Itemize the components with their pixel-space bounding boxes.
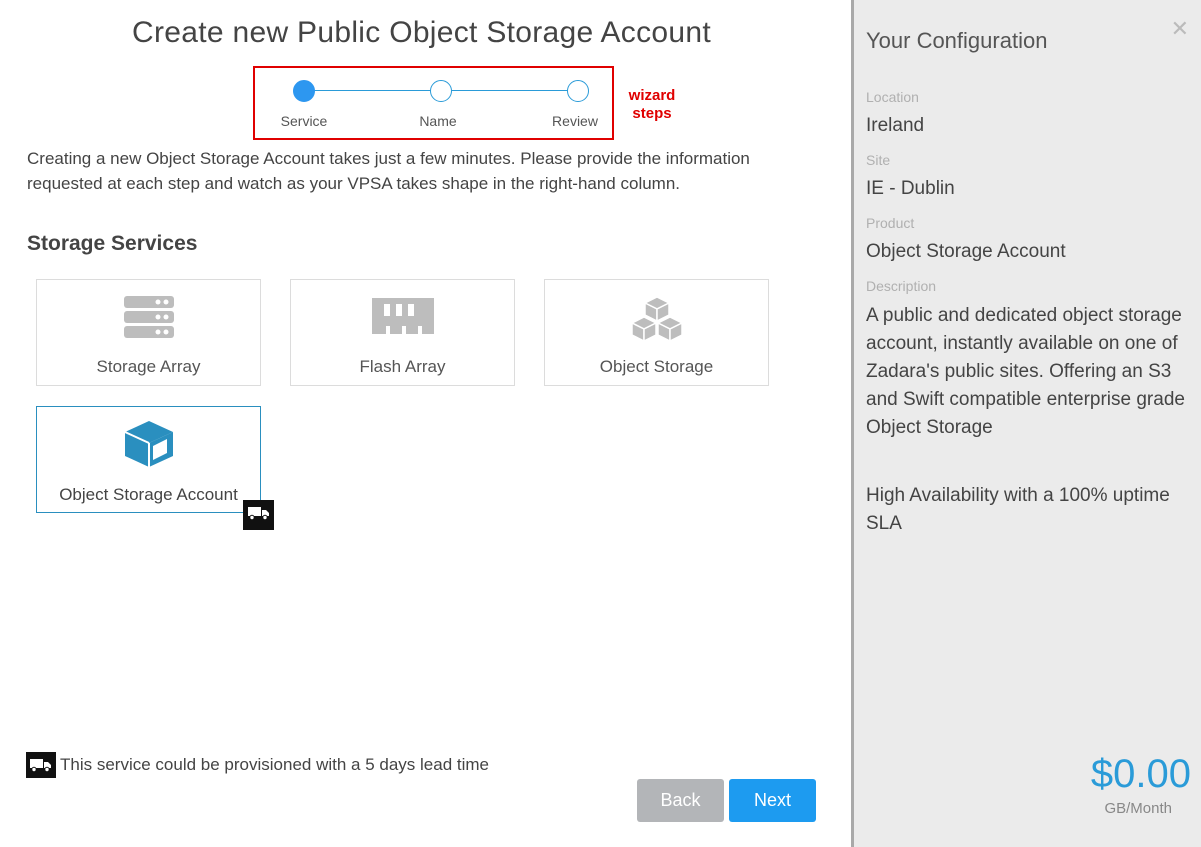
lead-time-text: This service could be provisioned with a… [60, 755, 489, 774]
service-card-object-storage-account[interactable]: Object Storage Account [36, 406, 261, 513]
wizard-annotation-line2: steps [632, 105, 672, 122]
price-unit: GB/Month [1104, 800, 1172, 817]
lead-time-note: This service could be provisioned with a… [26, 752, 489, 778]
price-value: $0.00 [1090, 752, 1191, 796]
location-value: Ireland [866, 115, 925, 136]
wizard-step-review-label: Review [552, 113, 598, 129]
product-value: Object Storage Account [866, 241, 1066, 262]
wizard-step-name-label: Name [419, 113, 457, 129]
service-card-label: Object Storage Account [59, 485, 238, 504]
sidebar-title: Your Configuration [866, 28, 1048, 53]
wizard-annotation: wizard steps [616, 87, 688, 123]
product-label: Product [866, 215, 915, 231]
service-card-object-storage[interactable]: Object Storage [544, 279, 769, 386]
site-label: Site [866, 152, 891, 168]
main-panel: Create new Public Object Storage Account… [0, 0, 851, 847]
configuration-sidebar: Your Configuration ✕ Location Ireland Si… [851, 0, 1201, 847]
service-card-label: Flash Array [359, 357, 446, 376]
service-card-label: Storage Array [96, 357, 201, 376]
storage-services-heading: Storage Services [27, 232, 198, 255]
memory-chip-icon [371, 298, 434, 339]
server-stack-icon [123, 294, 174, 343]
lead-time-badge [243, 500, 274, 530]
location-label: Location [866, 89, 919, 105]
service-card-label: Object Storage [599, 357, 714, 376]
wizard-steps: Service Name Review [253, 66, 614, 140]
wizard-step-review-dot[interactable] [567, 80, 589, 102]
wizard-annotation-line1: wizard [628, 87, 676, 104]
description-text: A public and dedicated object storage ac… [866, 305, 1185, 438]
wizard-step-service-label: Service [280, 113, 328, 129]
site-value: IE - Dublin [866, 178, 955, 199]
truck-icon [247, 506, 270, 525]
description-label: Description [866, 278, 937, 294]
cube-icon [123, 419, 175, 474]
wizard-step-name-dot[interactable] [430, 80, 452, 102]
truck-icon [26, 752, 56, 778]
next-button[interactable]: Next [729, 779, 816, 822]
back-button[interactable]: Back [637, 779, 724, 822]
availability-text: High Availability with a 100% uptime SLA [866, 485, 1170, 534]
cubes-icon [629, 296, 684, 347]
page-title: Create new Public Object Storage Account [132, 16, 711, 49]
intro-text: Creating a new Object Storage Account ta… [27, 149, 750, 193]
service-card-flash-array[interactable]: Flash Array [290, 279, 515, 386]
close-icon[interactable]: ✕ [1171, 16, 1189, 42]
wizard-step-service-dot[interactable] [293, 80, 315, 102]
service-card-storage-array[interactable]: Storage Array [36, 279, 261, 386]
